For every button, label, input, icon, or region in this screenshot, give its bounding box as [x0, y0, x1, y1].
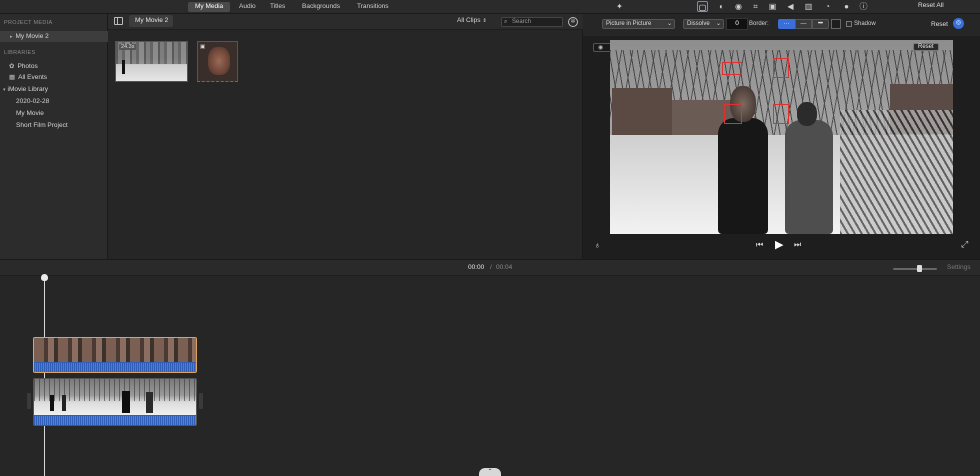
- overlay-style-select[interactable]: Picture in Picture ⌄: [602, 19, 675, 29]
- chevron-up-icon[interactable]: ⌃: [479, 468, 501, 476]
- chevron-down-icon: ⌄: [666, 21, 672, 27]
- photos-icon: ✿: [9, 63, 15, 70]
- color-correction-icon[interactable]: ◉: [733, 1, 744, 12]
- tab-backgrounds[interactable]: Backgrounds: [295, 2, 347, 12]
- fullscreen-icon[interactable]: ⤢: [961, 239, 968, 250]
- sidebar-event-item[interactable]: My Movie: [16, 108, 44, 119]
- clip-trim-handle-left[interactable]: [27, 393, 31, 409]
- reset-button[interactable]: Reset: [931, 21, 948, 28]
- chevron-updown-icon: ⇕: [482, 18, 487, 24]
- face-detection-box: [773, 104, 789, 124]
- playhead[interactable]: [44, 276, 45, 476]
- timeline-zoom-slider[interactable]: [893, 265, 937, 272]
- shadow-checkbox[interactable]: [846, 21, 852, 27]
- video-preview[interactable]: [610, 40, 953, 234]
- media-clip-thumbnail[interactable]: ▣: [197, 41, 238, 82]
- tab-audio[interactable]: Audio: [232, 2, 263, 12]
- media-browser: My Movie 2 All Clips ⇕ ⌕ Search ✲ 24.3s ▣: [108, 14, 583, 259]
- border-label: Border:: [749, 21, 769, 27]
- border-thin-button[interactable]: —: [795, 19, 812, 29]
- search-input[interactable]: ⌕ Search: [501, 17, 563, 27]
- speed-icon[interactable]: ◔: [822, 1, 833, 12]
- playhead-handle[interactable]: [41, 274, 48, 281]
- sidebar-item-imovie-library[interactable]: ▾ iMovie Library: [3, 84, 48, 95]
- sidebar-event-item[interactable]: 2020-02-28: [16, 96, 49, 107]
- face-detection-box: [773, 58, 789, 78]
- media-clip-thumbnail[interactable]: 24.3s: [115, 41, 188, 82]
- play-icon[interactable]: ▶: [775, 238, 783, 251]
- noise-reduction-icon[interactable]: ▥: [803, 1, 814, 12]
- border-none-button[interactable]: ···: [778, 19, 795, 29]
- face-detection-box: [724, 104, 742, 124]
- clip-filter-dropdown[interactable]: All Clips ⇕: [457, 17, 487, 24]
- duration-badge: 24.3s: [119, 44, 137, 50]
- main-video-clip[interactable]: [33, 378, 197, 426]
- video-reset-button[interactable]: Reset: [913, 43, 939, 51]
- border-color-well[interactable]: [831, 19, 841, 29]
- timeline-settings-button[interactable]: Settings: [947, 264, 971, 271]
- tab-my-media[interactable]: My Media: [188, 2, 231, 12]
- zoom-slider-knob[interactable]: [916, 265, 922, 272]
- film-icon: ▦: [9, 74, 16, 81]
- timeline: 00:00 / 00:04 Settings ⌃: [0, 259, 980, 476]
- stabilization-icon[interactable]: ▣: [767, 1, 778, 12]
- timecode-total: 00:04: [496, 264, 513, 271]
- libraries-heading: LIBRARIES: [4, 50, 36, 56]
- triangle-right-icon: ▸: [10, 34, 13, 40]
- tab-titles[interactable]: Titles: [263, 2, 292, 12]
- microphone-icon[interactable]: ♁: [594, 240, 601, 250]
- browser-header: My Movie 2 All Clips ⇕ ⌕ Search ✲: [108, 14, 583, 30]
- transition-select[interactable]: Dissolve ⌄: [683, 19, 724, 29]
- sidebar-item-all-events[interactable]: ▦ All Events: [9, 72, 47, 83]
- sidebar: PROJECT MEDIA ▸ My Movie 2 LIBRARIES ✿ Pho…: [0, 14, 108, 259]
- camera-icon: ▣: [200, 44, 206, 50]
- timecode-separator: /: [490, 264, 492, 271]
- sidebar-event-item[interactable]: Short Film Project: [16, 120, 68, 131]
- video-overlay-icon[interactable]: ▢: [697, 1, 708, 12]
- reset-all-button[interactable]: Reset All: [918, 2, 944, 9]
- audio-waveform: [34, 363, 196, 372]
- shadow-label: Shadow: [854, 21, 876, 27]
- clip-trim-handle-right[interactable]: [199, 393, 203, 409]
- sidebar-item-photos[interactable]: ✿ Photos: [9, 61, 38, 72]
- overlay-settings-bar: Picture in Picture ⌄ Dissolve ⌄ 0 Border: …: [583, 14, 980, 36]
- project-media-heading: PROJECT MEDIA: [4, 20, 53, 26]
- overlay-video-clip[interactable]: [33, 337, 197, 373]
- volume-icon[interactable]: ◀: [785, 1, 796, 12]
- chevron-down-icon: ⌄: [715, 21, 721, 27]
- color-balance-icon[interactable]: ◐: [716, 1, 727, 12]
- skip-forward-icon[interactable]: ⏭: [794, 240, 801, 250]
- clip-filter-icon[interactable]: ●: [841, 1, 852, 12]
- apply-settings-icon[interactable]: ◎: [953, 18, 964, 29]
- browser-title: My Movie 2: [135, 17, 169, 24]
- viewer-panel: Picture in Picture ⌄ Dissolve ⌄ 0 Border: …: [583, 14, 980, 259]
- gear-icon[interactable]: ✲: [568, 17, 578, 27]
- sidebar-item-project[interactable]: ▸ My Movie 2: [10, 31, 49, 42]
- magic-wand-icon[interactable]: ✦: [614, 1, 625, 12]
- eye-icon: ◉: [598, 45, 604, 51]
- timeline-header: 00:00 / 00:04 Settings: [0, 260, 980, 276]
- audio-waveform: [34, 416, 196, 425]
- info-icon[interactable]: ⓘ: [858, 1, 869, 12]
- transition-duration-field[interactable]: 0: [726, 18, 748, 30]
- top-bar: My Media Audio Titles Backgrounds Transi…: [0, 0, 980, 14]
- timecode-current: 00:00: [468, 264, 485, 271]
- border-thick-button[interactable]: ━: [812, 19, 829, 29]
- sidebar-toggle-icon[interactable]: [114, 17, 123, 25]
- face-detection-box: [722, 62, 742, 75]
- triangle-down-icon: ▾: [3, 87, 6, 93]
- tab-transitions[interactable]: Transitions: [350, 2, 396, 12]
- crop-icon[interactable]: ⌗: [750, 1, 761, 12]
- skip-back-icon[interactable]: ⏮: [756, 240, 763, 250]
- search-icon: ⌕: [504, 19, 508, 25]
